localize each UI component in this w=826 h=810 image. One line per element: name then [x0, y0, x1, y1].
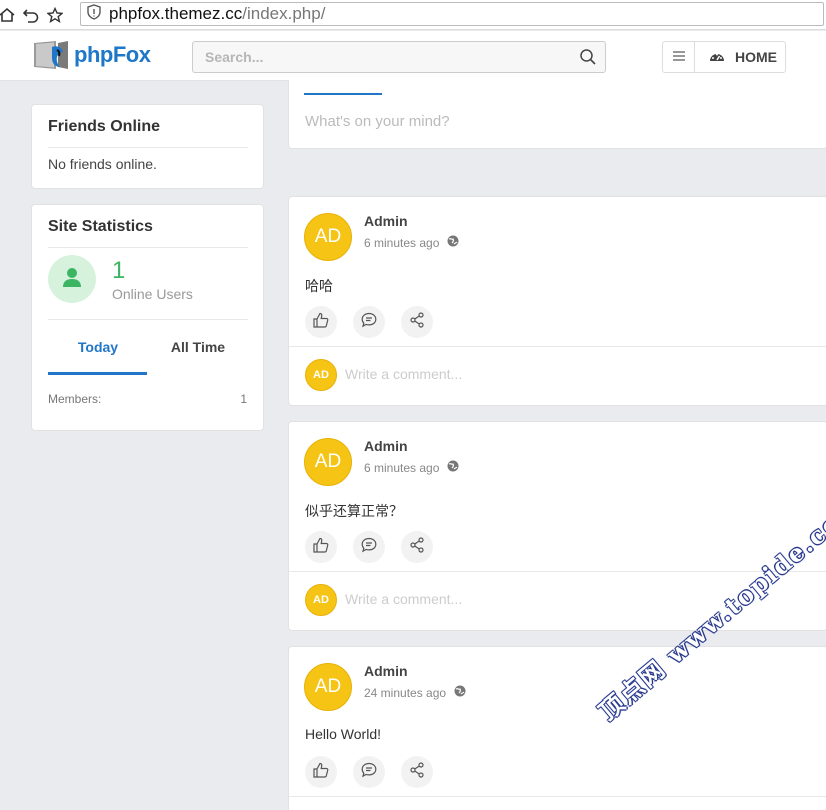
- comment-input[interactable]: Write a comment...: [345, 591, 462, 607]
- post-time: 24 minutes ago: [364, 685, 466, 700]
- status-composer[interactable]: What's on your mind?: [288, 80, 826, 149]
- like-button[interactable]: [305, 306, 337, 338]
- shield-icon: [87, 3, 101, 25]
- search-icon[interactable]: [579, 48, 597, 71]
- comment-button[interactable]: [353, 306, 385, 338]
- dashboard-icon: [709, 49, 725, 65]
- commenter-avatar: AD: [305, 584, 337, 616]
- post-time: 6 minutes ago: [364, 460, 459, 475]
- post-body: 哈哈: [305, 278, 333, 294]
- hamburger-icon: [672, 48, 685, 66]
- comment-input[interactable]: Write a comment...: [345, 366, 462, 382]
- share-icon: [409, 761, 425, 783]
- browser-toolbar: phpfox.themez.cc/index.php/: [0, 0, 826, 30]
- comment-button[interactable]: [353, 531, 385, 563]
- search-box[interactable]: [192, 41, 606, 73]
- card-divider: [48, 319, 248, 320]
- card-divider: [48, 147, 248, 148]
- phpfox-logo-icon: [30, 39, 72, 71]
- post-author[interactable]: Admin: [364, 438, 408, 454]
- post-timestamp[interactable]: 6 minutes ago: [364, 236, 439, 250]
- feed-post: AD Admin 6 minutes ago 哈哈 AD Write a com…: [288, 196, 826, 406]
- composer-tab-indicator: [304, 93, 382, 95]
- post-author[interactable]: Admin: [364, 213, 408, 229]
- site-logo[interactable]: phpFox: [30, 39, 151, 71]
- online-users-avatar: [48, 255, 96, 303]
- post-divider: [289, 796, 826, 797]
- post-timestamp[interactable]: 6 minutes ago: [364, 461, 439, 475]
- bookmark-star-icon[interactable]: [46, 6, 64, 24]
- thumbs-up-icon: [313, 762, 329, 783]
- globe-icon: [454, 685, 466, 700]
- share-button[interactable]: [401, 306, 433, 338]
- commenter-avatar: AD: [305, 359, 337, 391]
- globe-icon: [447, 460, 459, 475]
- online-users-count: 1: [112, 257, 126, 284]
- feed-post: AD Admin 24 minutes ago Hello World!: [288, 646, 826, 810]
- card-divider: [48, 247, 248, 248]
- comment-icon: [361, 537, 377, 558]
- no-friends-text: No friends online.: [48, 156, 157, 172]
- undo-icon[interactable]: [22, 6, 40, 24]
- post-body: Hello World!: [305, 726, 381, 742]
- composer-input[interactable]: What's on your mind?: [305, 113, 450, 130]
- url-path: /index.php/: [242, 4, 326, 23]
- share-button[interactable]: [401, 756, 433, 788]
- comment-icon: [361, 312, 377, 333]
- main-nav: HOME: [662, 41, 786, 73]
- site-statistics-title: Site Statistics: [48, 218, 153, 235]
- globe-icon: [447, 235, 459, 250]
- thumbs-up-icon: [313, 312, 329, 333]
- like-button[interactable]: [305, 531, 337, 563]
- share-icon: [409, 311, 425, 333]
- members-value: 1: [240, 392, 247, 406]
- comment-icon: [361, 762, 377, 783]
- home-label: HOME: [735, 49, 777, 65]
- friends-online-title: Friends Online: [48, 118, 161, 135]
- post-time: 6 minutes ago: [364, 235, 459, 250]
- tab-all-time[interactable]: All Time: [148, 339, 248, 355]
- user-icon: [61, 266, 83, 293]
- logo-text: phpFox: [74, 42, 151, 67]
- like-button[interactable]: [305, 756, 337, 788]
- address-bar[interactable]: phpfox.themez.cc/index.php/: [80, 2, 824, 26]
- search-input[interactable]: [205, 49, 565, 65]
- post-timestamp[interactable]: 24 minutes ago: [364, 686, 446, 700]
- members-label: Members:: [48, 392, 102, 406]
- post-author[interactable]: Admin: [364, 663, 408, 679]
- url-text: phpfox.themez.cc/index.php/: [109, 4, 325, 24]
- tab-today[interactable]: Today: [48, 339, 148, 355]
- home-button[interactable]: HOME: [695, 42, 785, 72]
- url-host: phpfox.themez.cc: [109, 4, 243, 23]
- share-button[interactable]: [401, 531, 433, 563]
- menu-button[interactable]: [663, 42, 695, 72]
- author-avatar[interactable]: AD: [304, 663, 352, 711]
- thumbs-up-icon: [313, 537, 329, 558]
- post-divider: [289, 346, 826, 347]
- comment-button[interactable]: [353, 756, 385, 788]
- home-icon[interactable]: [0, 6, 16, 24]
- friends-online-card: Friends Online No friends online.: [31, 104, 264, 189]
- online-users-label: Online Users: [112, 286, 193, 302]
- site-statistics-card: Site Statistics 1 Online Users Today All…: [31, 204, 264, 431]
- author-avatar[interactable]: AD: [304, 438, 352, 486]
- active-tab-indicator: [48, 372, 147, 375]
- post-body: 似乎还算正常？: [305, 503, 403, 519]
- site-header: phpFox HOME: [0, 31, 826, 81]
- author-avatar[interactable]: AD: [304, 213, 352, 261]
- share-icon: [409, 536, 425, 558]
